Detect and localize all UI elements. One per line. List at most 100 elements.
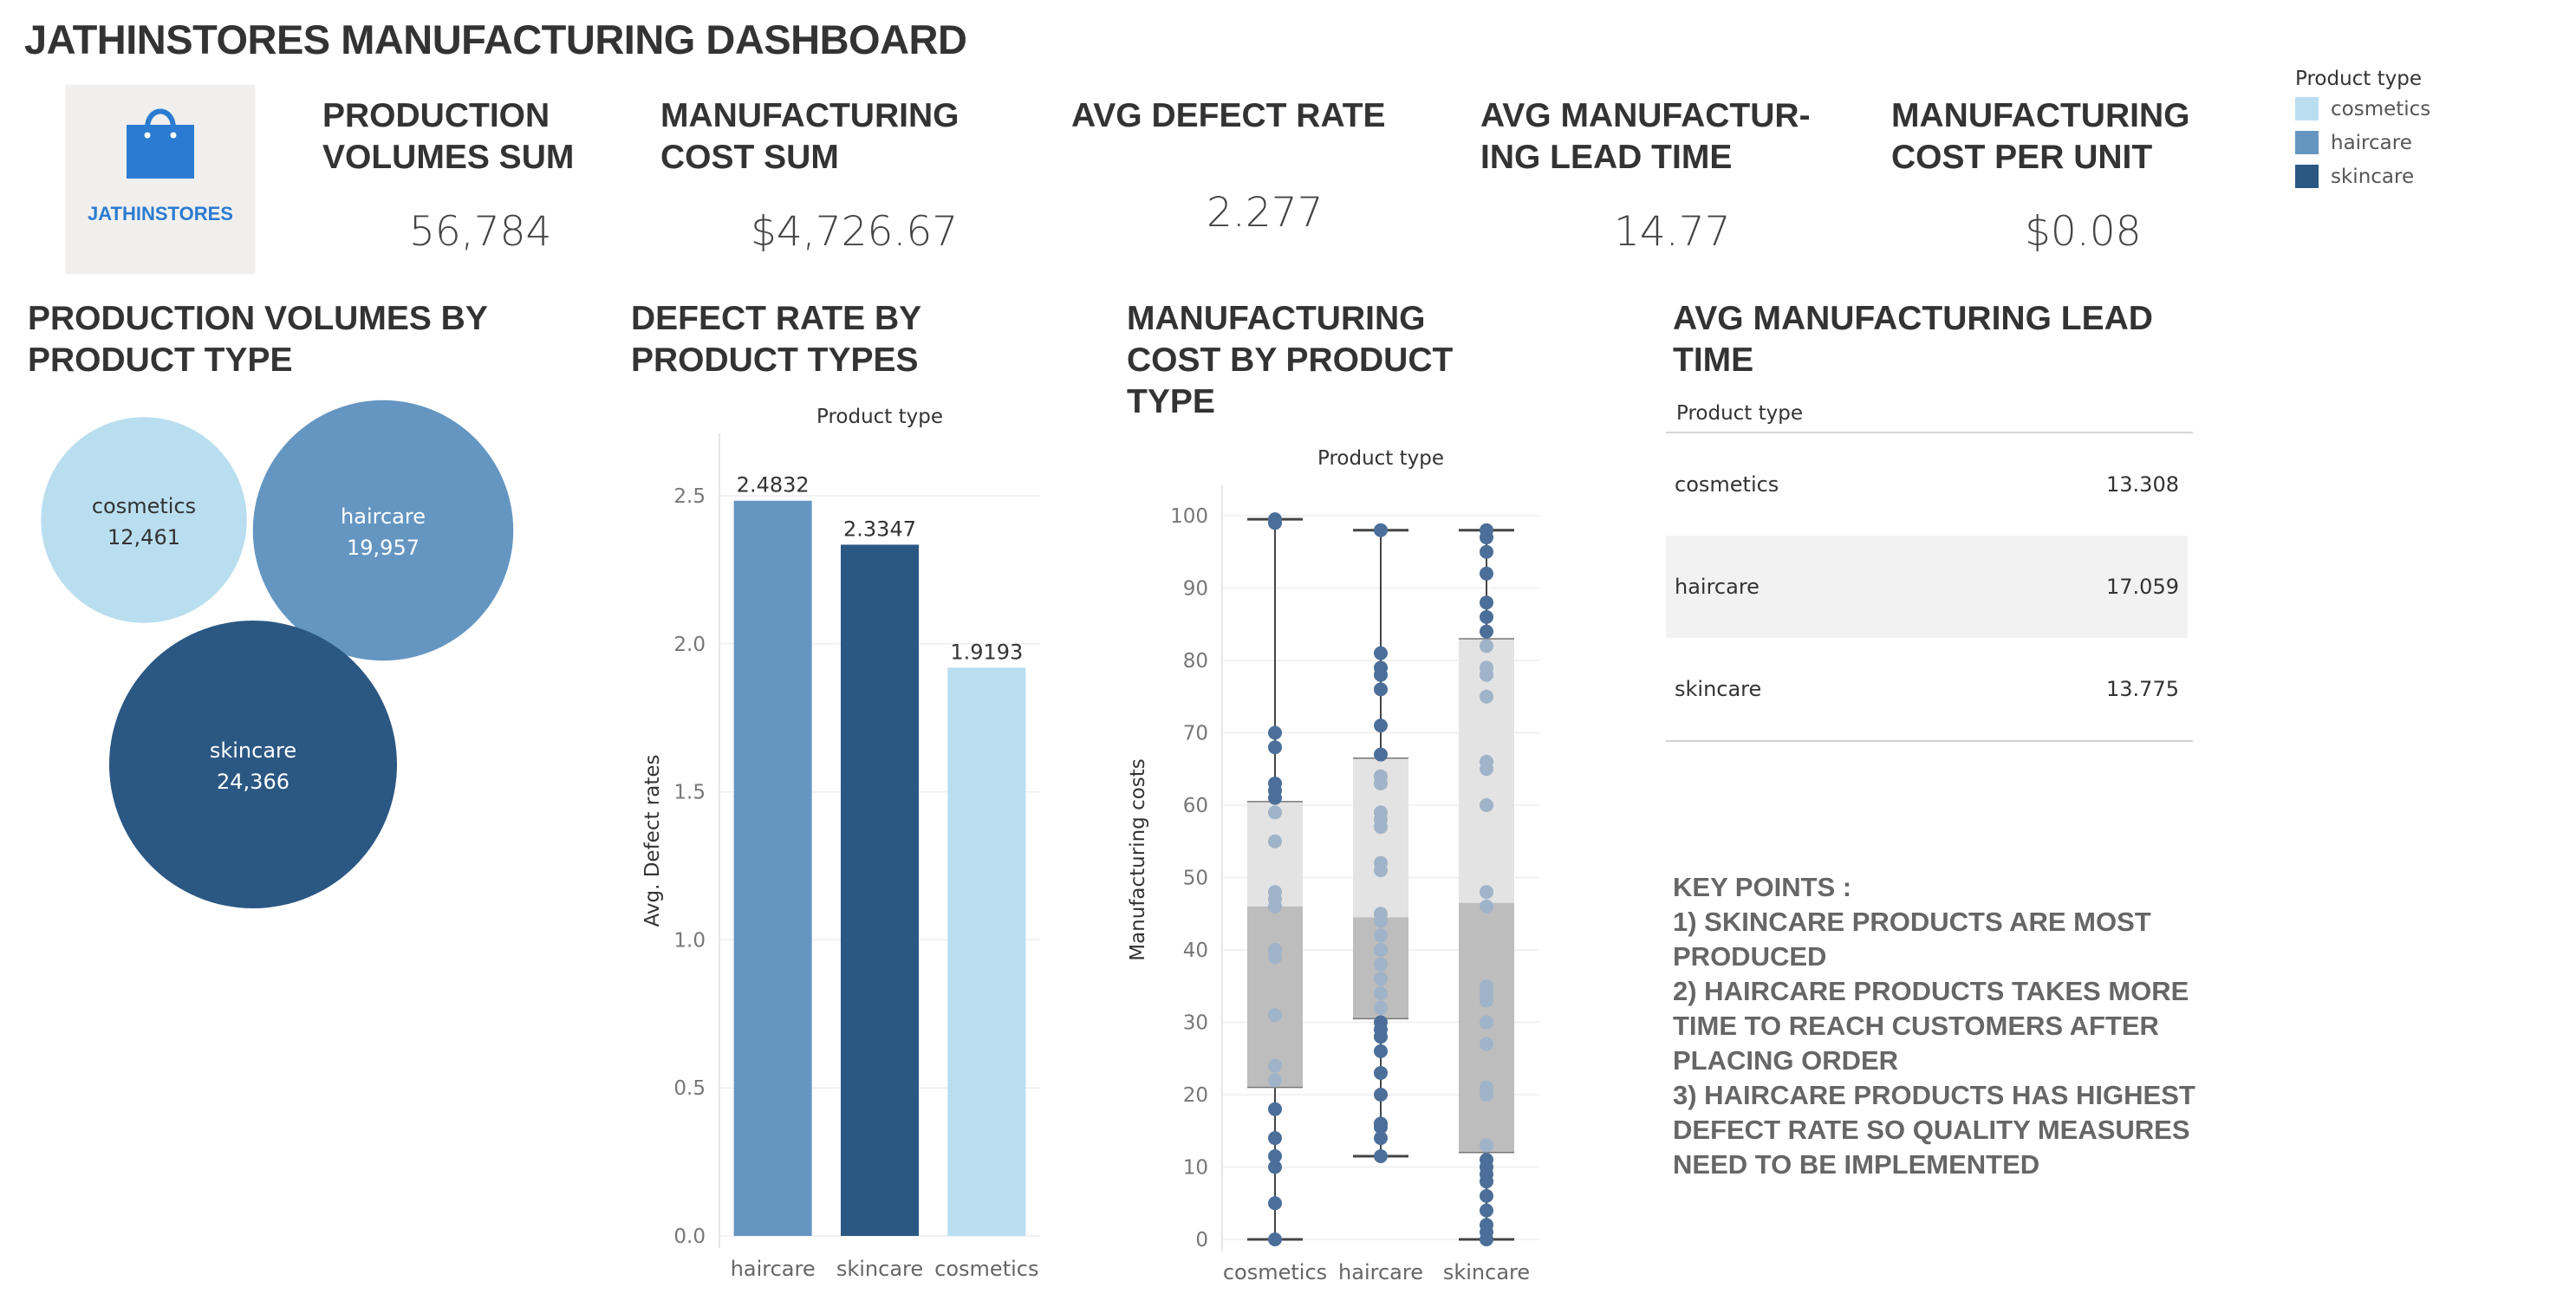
row-label: cosmetics [1675, 472, 1779, 497]
legend-item-haircare[interactable]: haircare [2295, 131, 2430, 154]
bubble-value: 19,957 [347, 536, 420, 560]
kpi-manufacturing-cost-label: MANUFACTURING COST SUM [660, 97, 959, 176]
legend-label: haircare [2331, 131, 2412, 154]
y-tick-label: 1.0 [673, 929, 706, 952]
data-point [1374, 855, 1388, 870]
x-tick-label: haircare [731, 1257, 816, 1281]
kpi-production-volumes-value: 56,784 [409, 208, 552, 256]
data-point [1480, 885, 1493, 900]
bubble-value: 24,366 [217, 770, 289, 794]
kpi-cost-per-unit-label: MANUFACTURING COST PER UNIT [1891, 97, 2190, 176]
data-point [1268, 740, 1282, 755]
bar-cosmetics [947, 667, 1026, 1236]
data-point [1480, 544, 1493, 559]
legend: Product type cosmetics haircare skincare [2295, 68, 2430, 188]
y-tick-label: 60 [1183, 795, 1208, 817]
production-bubble-chart: cosmetics 12,461 haircare 19,957 skincare 24,… [41, 400, 514, 908]
y-tick-label: 70 [1183, 723, 1208, 745]
data-point [1480, 595, 1493, 610]
data-point [1374, 523, 1388, 537]
data-point [1480, 609, 1493, 624]
table-row[interactable]: skincare 13.775 [1666, 638, 2188, 740]
y-tick-label: 40 [1183, 940, 1208, 962]
data-point [1480, 1037, 1493, 1051]
data-point [1268, 1148, 1282, 1163]
data-point [1374, 682, 1388, 697]
data-point [1374, 928, 1388, 943]
kpi-avg-lead-time-value: 14.77 [1614, 208, 1731, 256]
data-point [1374, 660, 1388, 675]
data-point [1268, 1131, 1282, 1146]
key-point-3: 3) HAIRCARE PRODUCTS HAS HIGHEST DEFECT … [1673, 1080, 2195, 1180]
bubble-label: haircare [341, 504, 426, 529]
data-point [1374, 646, 1388, 660]
cost-box-plot: Product type 0 10 20 30 40 50 60 70 80 90 100 Manufa… [1127, 447, 1539, 1284]
data-point [1268, 834, 1282, 849]
legend-title: Product type [2295, 68, 2423, 90]
data-point [1480, 523, 1493, 537]
bar-haircare [733, 500, 812, 1236]
data-point [1374, 957, 1388, 972]
data-point [1480, 1218, 1493, 1232]
row-label: skincare [1675, 677, 1762, 701]
legend-item-skincare[interactable]: skincare [2295, 165, 2430, 188]
y-tick-label: 0.5 [673, 1077, 706, 1100]
section-title-production: PRODUCTION VOLUMES BY PRODUCT TYPE [28, 300, 488, 379]
y-tick-label: 100 [1170, 505, 1208, 528]
kpi-cost-per-unit-value: $0.08 [2025, 208, 2142, 256]
y-tick-label: 0 [1195, 1229, 1208, 1252]
bar-value-label: 1.9193 [950, 640, 1023, 664]
bar-value-label: 2.4832 [737, 473, 810, 497]
bubble-value: 12,461 [107, 525, 180, 549]
data-point [1374, 1148, 1388, 1163]
y-axis-label: Manufacturing costs [1127, 758, 1149, 961]
row-value: 13.308 [2106, 472, 2179, 497]
data-point [1480, 639, 1493, 654]
data-point [1480, 1138, 1493, 1153]
data-point [1480, 979, 1493, 993]
table-row[interactable]: haircare 17.059 [1666, 536, 2188, 638]
section-title-lead: AVG MANUFACTURING LEAD TIME [1673, 300, 2153, 379]
legend-swatch [2295, 131, 2319, 154]
lead-time-table: Product type cosmetics 13.308 haircare 1… [1666, 399, 2193, 745]
data-point [1268, 1008, 1282, 1023]
data-point [1374, 1000, 1388, 1015]
y-tick-label: 90 [1183, 578, 1208, 601]
bubble-haircare [252, 400, 514, 661]
data-point [1268, 943, 1282, 957]
logo-text: JATHINSTORES [88, 203, 233, 224]
row-value: 17.059 [2106, 575, 2179, 599]
data-point [1374, 907, 1388, 921]
data-point [1374, 769, 1388, 784]
data-point [1480, 754, 1493, 769]
key-points-heading: KEY POINTS : [1673, 872, 1852, 902]
data-point [1268, 1102, 1282, 1116]
x-tick-label: haircare [1338, 1260, 1423, 1284]
lead-table-header: Product type [1676, 402, 1804, 425]
section-title-cost: MANUFACTURING COST BY PRODUCT TYPE [1127, 300, 1454, 420]
data-point [1268, 1073, 1282, 1088]
kpi-avg-defect-rate-value: 2.277 [1207, 189, 1324, 237]
data-point [1374, 1044, 1388, 1058]
data-point [1374, 1088, 1388, 1102]
y-tick-label: 80 [1183, 650, 1208, 673]
kpi-avg-lead-time-label: AVG MANUFACTUR- ING LEAD TIME [1480, 97, 1811, 176]
data-point [1480, 1188, 1493, 1203]
table-row[interactable]: cosmetics 13.308 [1666, 433, 2188, 536]
legend-item-cosmetics[interactable]: cosmetics [2295, 97, 2430, 120]
box-chart-header: Product type [1317, 447, 1444, 470]
data-point [1480, 1203, 1493, 1218]
data-point [1374, 747, 1388, 762]
x-tick-label: cosmetics [934, 1257, 1038, 1281]
legend-label: skincare [2331, 165, 2415, 188]
y-tick-label: 20 [1183, 1084, 1208, 1107]
data-point [1374, 1065, 1388, 1080]
data-point [1480, 798, 1493, 812]
y-tick-label: 10 [1183, 1157, 1208, 1180]
legend-swatch [2295, 165, 2319, 188]
bubble-cosmetics [41, 417, 247, 623]
key-point-1: 1) SKINCARE PRODUCTS ARE MOST PRODUCED [1673, 907, 2151, 972]
key-point-2: 2) HAIRCARE PRODUCTS TAKES MORE TIME TO … [1673, 976, 2189, 1076]
data-point [1374, 1116, 1388, 1131]
legend-swatch [2295, 97, 2319, 120]
